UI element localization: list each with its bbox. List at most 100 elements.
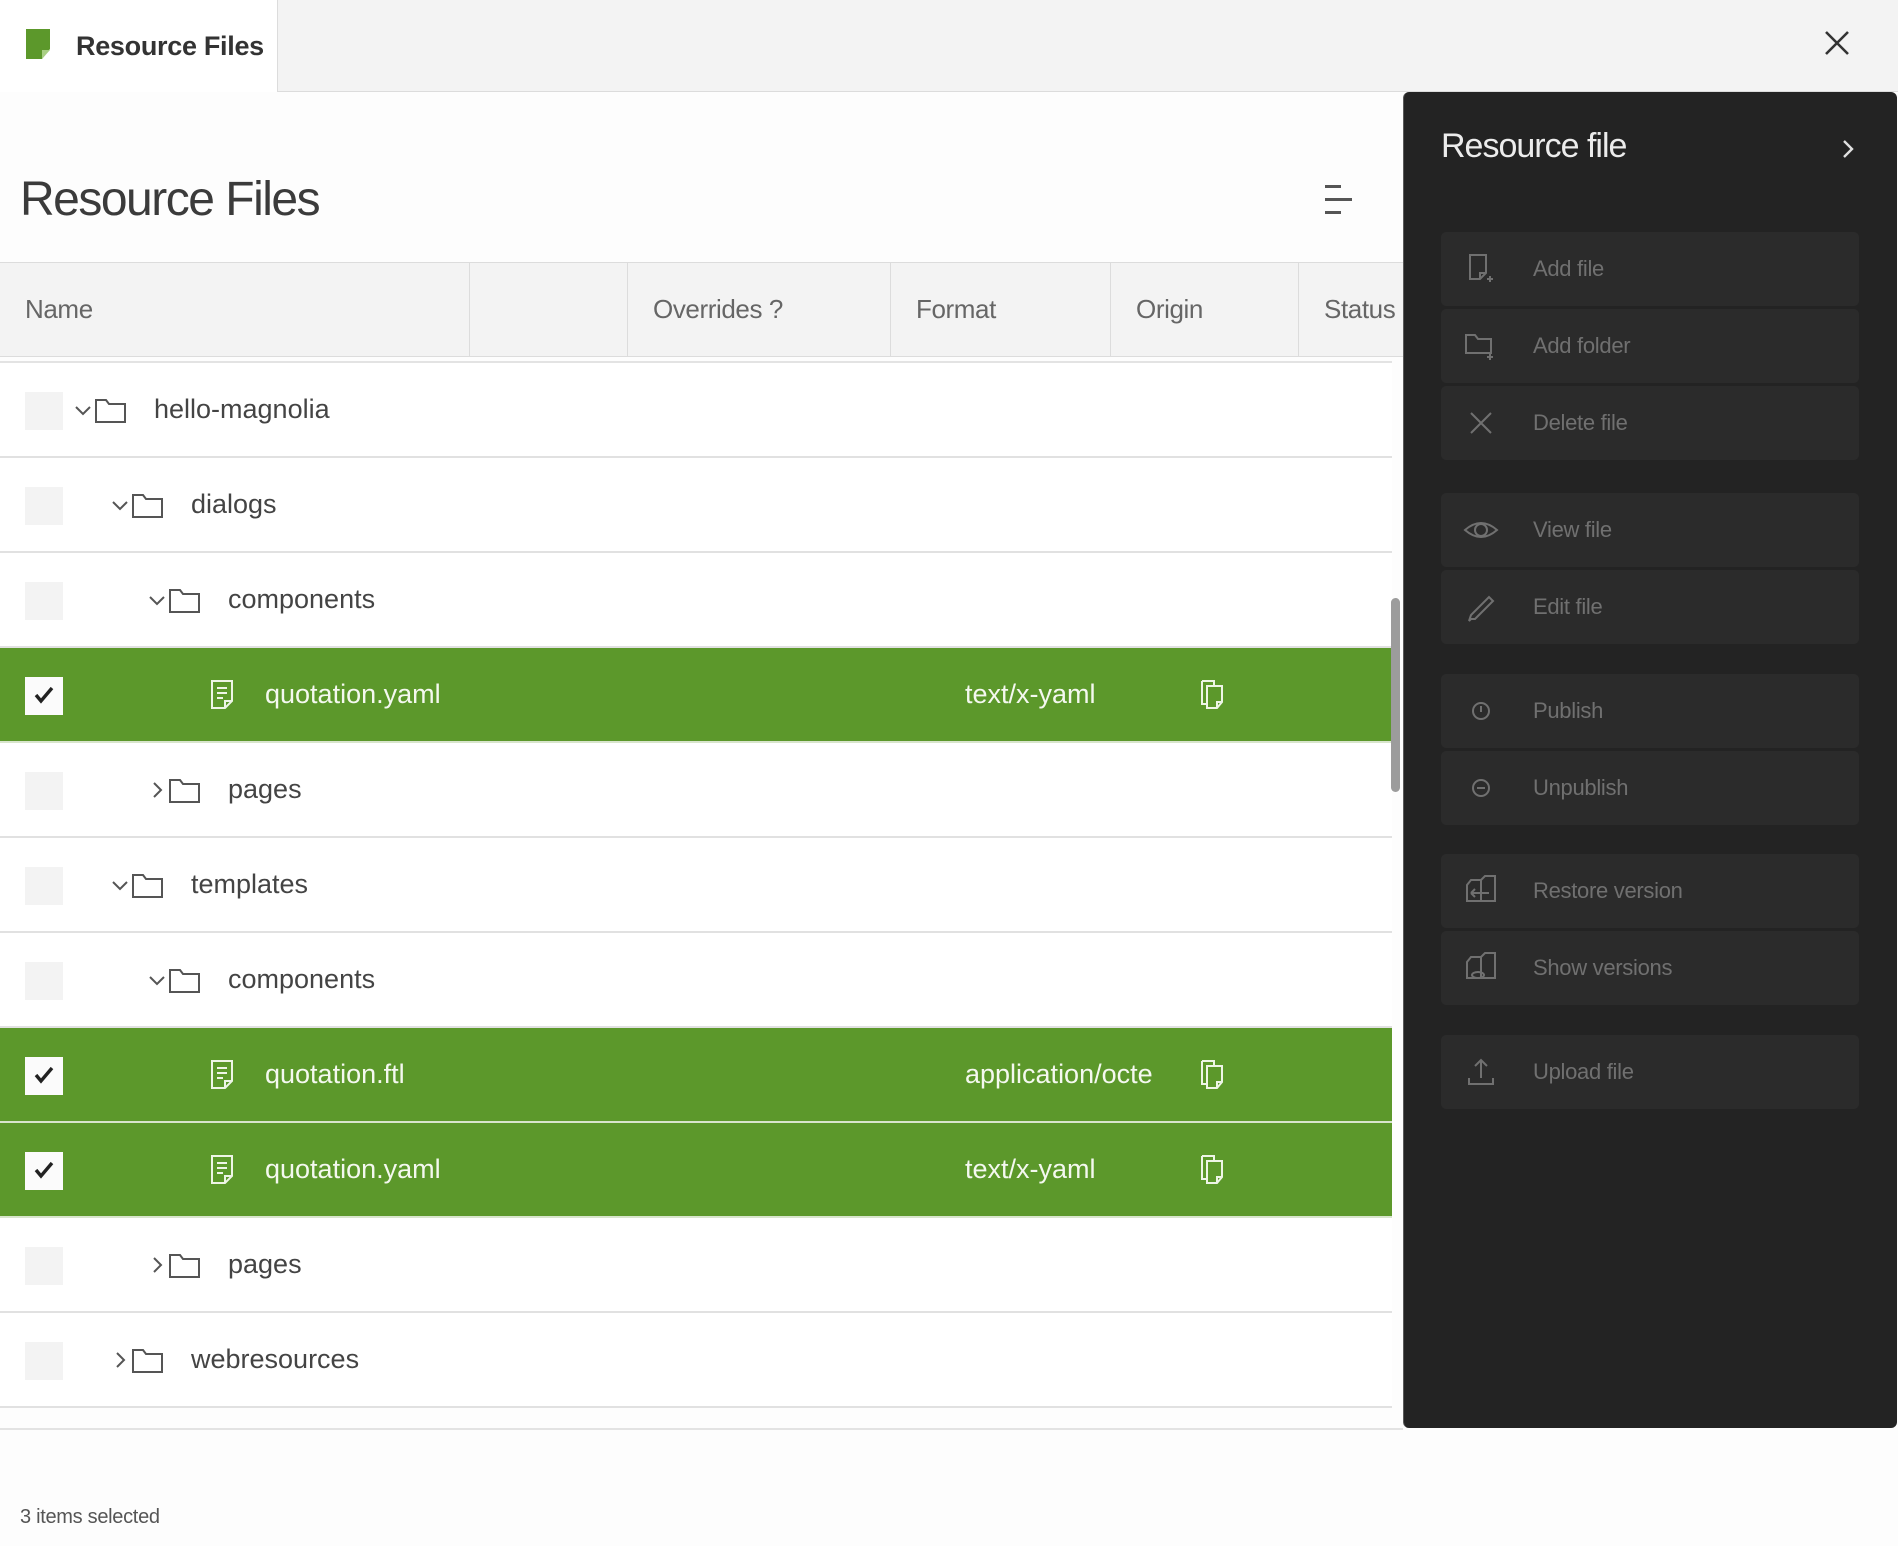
table-row[interactable]: hello-magnolia xyxy=(0,363,1392,458)
action-label: Show versions xyxy=(1533,955,1673,980)
column-menu-icon xyxy=(1325,185,1365,224)
add-folder-icon xyxy=(1461,326,1501,366)
action-restore-version[interactable]: Restore version xyxy=(1441,854,1859,928)
item-name: quotation.yaml xyxy=(265,1154,441,1184)
column-header-format[interactable]: Format xyxy=(891,263,1111,356)
pencil-icon xyxy=(1461,587,1501,627)
column-header-blank[interactable] xyxy=(470,263,628,356)
checkmark-icon xyxy=(31,1062,57,1091)
row-checkbox[interactable] xyxy=(25,1247,63,1285)
table-row[interactable]: components xyxy=(0,933,1392,1028)
item-name: templates xyxy=(191,869,309,899)
delete-icon xyxy=(1461,403,1501,443)
tab-label: Resource Files xyxy=(76,30,264,61)
row-checkbox[interactable] xyxy=(25,1152,63,1190)
name-cell: components xyxy=(146,553,375,646)
chevron-right-icon[interactable] xyxy=(146,779,168,801)
action-edit-file[interactable]: Edit file xyxy=(1441,570,1859,644)
chevron-down-icon[interactable] xyxy=(146,589,168,611)
page-title: Resource Files xyxy=(20,173,321,226)
item-name: hello-magnolia xyxy=(154,394,330,424)
row-checkbox[interactable] xyxy=(25,772,63,810)
column-header-name[interactable]: Name xyxy=(0,263,470,356)
name-cell: pages xyxy=(146,1218,302,1311)
folder-icon xyxy=(131,1345,165,1375)
file-icon xyxy=(205,680,239,710)
action-unpublish[interactable]: Unpublish xyxy=(1441,751,1859,825)
collapse-panel-button[interactable] xyxy=(1834,134,1862,168)
chevron-down-icon[interactable] xyxy=(72,399,94,421)
unpublish-icon xyxy=(1461,768,1501,808)
chevron-down-icon[interactable] xyxy=(109,494,131,516)
row-checkbox[interactable] xyxy=(25,582,63,620)
row-checkbox[interactable] xyxy=(25,1342,63,1380)
chevron-down-icon[interactable] xyxy=(109,874,131,896)
name-cell: pages xyxy=(146,743,302,836)
column-header-overrides[interactable]: Overrides ? xyxy=(628,263,891,356)
folder-icon xyxy=(168,585,202,615)
row-checkbox[interactable] xyxy=(25,962,63,1000)
file-icon xyxy=(205,1155,239,1185)
action-label: Upload file xyxy=(1533,1059,1634,1084)
action-label: Unpublish xyxy=(1533,775,1629,800)
tab-resource-files[interactable]: Resource Files xyxy=(0,0,278,92)
name-cell: quotation.yaml xyxy=(205,648,441,741)
action-panel: Resource file Add file Add folder Delete f… xyxy=(1403,92,1897,1428)
action-label: Add folder xyxy=(1533,333,1631,358)
show-versions-icon xyxy=(1461,948,1501,988)
table-row[interactable]: webresources xyxy=(0,1313,1392,1408)
column-menu-button[interactable] xyxy=(1325,180,1365,220)
row-checkbox[interactable] xyxy=(25,1057,63,1095)
table-row[interactable]: pages xyxy=(0,1218,1392,1313)
file-icon xyxy=(205,1060,239,1090)
name-cell: webresources xyxy=(109,1313,359,1406)
action-upload-file[interactable]: Upload file xyxy=(1441,1035,1859,1109)
format-cell: text/x-yaml xyxy=(965,1154,1096,1184)
action-add-file[interactable]: Add file xyxy=(1441,232,1859,306)
item-name: pages xyxy=(228,1249,302,1279)
table-row[interactable]: dialogs xyxy=(0,458,1392,553)
name-cell: hello-magnolia xyxy=(72,363,330,456)
folder-icon xyxy=(131,870,165,900)
chevron-right-icon[interactable] xyxy=(109,1349,131,1371)
chevron-right-icon[interactable] xyxy=(146,1254,168,1276)
add-file-icon xyxy=(1461,249,1501,289)
table-scrollbar[interactable] xyxy=(1391,598,1400,792)
row-checkbox[interactable] xyxy=(25,677,63,715)
close-button[interactable] xyxy=(1816,24,1858,66)
row-checkbox[interactable] xyxy=(25,867,63,905)
action-add-folder[interactable]: Add folder xyxy=(1441,309,1859,383)
folder-icon xyxy=(168,775,202,805)
table-row[interactable]: templates xyxy=(0,838,1392,933)
table-row[interactable]: quotation.ftl application/octe xyxy=(0,1028,1392,1123)
checkmark-icon xyxy=(31,1157,57,1186)
name-cell: quotation.yaml xyxy=(205,1123,441,1216)
row-checkbox[interactable] xyxy=(25,487,63,525)
table-row[interactable]: quotation.yaml text/x-yaml xyxy=(0,648,1392,743)
table-row[interactable]: components xyxy=(0,553,1392,648)
item-name: dialogs xyxy=(191,489,277,519)
action-label: Publish xyxy=(1533,698,1604,723)
checkmark-icon xyxy=(31,682,57,711)
table-row[interactable]: quotation.yaml text/x-yaml xyxy=(0,1123,1392,1218)
row-checkbox[interactable] xyxy=(25,392,63,430)
folder-icon xyxy=(131,490,165,520)
column-header-origin[interactable]: Origin xyxy=(1111,263,1299,356)
item-name: quotation.ftl xyxy=(265,1059,405,1089)
item-name: webresources xyxy=(191,1344,360,1374)
eye-icon xyxy=(1461,510,1501,550)
item-name: components xyxy=(228,584,376,614)
table-body: hello-magnolia dialogs components quotation… xyxy=(0,363,1392,1408)
action-delete-file[interactable]: Delete file xyxy=(1441,386,1859,460)
table-row[interactable]: pages xyxy=(0,743,1392,838)
selection-status: 3 items selected xyxy=(20,1506,160,1528)
action-panel-title: Resource file xyxy=(1441,127,1627,165)
copy-icon xyxy=(1198,678,1226,712)
item-name: pages xyxy=(228,774,302,804)
action-view-file[interactable]: View file xyxy=(1441,493,1859,567)
chevron-down-icon[interactable] xyxy=(146,969,168,991)
action-publish[interactable]: Publish xyxy=(1441,674,1859,748)
action-show-versions[interactable]: Show versions xyxy=(1441,931,1859,1005)
item-name: components xyxy=(228,964,376,994)
column-header-status[interactable]: Status xyxy=(1299,263,1403,356)
